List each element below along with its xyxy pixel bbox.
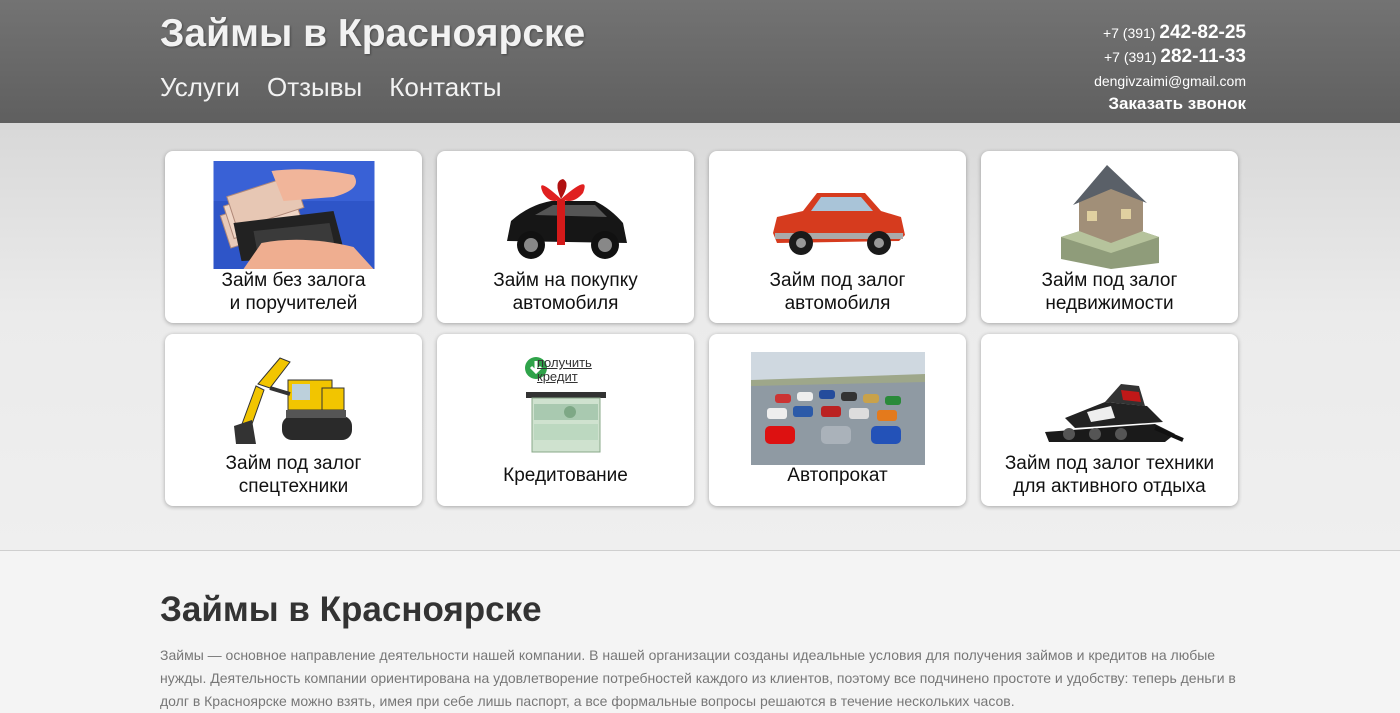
nav-item-reviews[interactable]: Отзывы (267, 72, 362, 103)
service-label: Займ под залог спецтехники (225, 453, 362, 497)
service-card-car-rental[interactable]: Автопрокат (709, 334, 966, 506)
contact-block: +7 (391) 242-82-25 +7 (391) 282-11-33 de… (1094, 21, 1246, 115)
house-money-icon (1060, 165, 1159, 269)
main-content: Займы в Красноярске Займы — основное нап… (160, 590, 1240, 713)
car-fleet-icon (750, 352, 925, 465)
services-grid: Займ без залога и поручителей Займ на пок… (165, 151, 1238, 506)
services-section: Займ без залога и поручителей Займ на пок… (0, 123, 1400, 551)
main-nav: Услуги Отзывы Контакты (160, 72, 502, 103)
phone-1[interactable]: +7 (391) 242-82-25 (1094, 21, 1246, 45)
excavator-icon (233, 357, 352, 444)
content-heading: Займы в Красноярске (160, 590, 542, 629)
phone-1-prefix: +7 (391) (1102, 25, 1160, 41)
service-label: Автопрокат (787, 465, 888, 486)
service-card-special-equipment-loan[interactable]: Займ под залог спецтехники (165, 334, 422, 506)
credit-overlay-text: получить кредит (537, 355, 592, 384)
phone-1-number: 242-82-25 (1159, 22, 1246, 43)
email-link[interactable]: dengivzaimi@gmail.com (1094, 69, 1246, 93)
red-car-icon (772, 193, 905, 255)
service-card-car-collateral-loan[interactable]: Займ под залог автомобиля (709, 151, 966, 323)
site-title[interactable]: Займы в Красноярске (160, 12, 585, 56)
service-card-loan-no-collateral[interactable]: Займ без залога и поручителей (165, 151, 422, 323)
gift-car-icon (506, 179, 627, 259)
nav-item-contacts[interactable]: Контакты (389, 72, 501, 103)
service-card-real-estate-loan[interactable]: Займ под залог недвижимости (981, 151, 1238, 323)
service-card-car-purchase-loan[interactable]: Займ на покупку автомобиля (437, 151, 694, 323)
phone-2-number: 282-11-33 (1160, 46, 1246, 67)
phone-2[interactable]: +7 (391) 282-11-33 (1094, 45, 1246, 69)
nav-item-services[interactable]: Услуги (160, 72, 240, 103)
service-label: Займ под залог недвижимости (1041, 270, 1178, 314)
callback-button[interactable]: Заказать звонок (1094, 93, 1246, 115)
content-paragraph: Займы — основное направление деятельност… (160, 647, 1236, 709)
service-label: Займ под залог автомобиля (769, 270, 906, 314)
service-card-crediting[interactable]: получить кредит Кредитование (437, 334, 694, 506)
money-wallet-icon (213, 161, 374, 269)
credit-atm-icon (525, 392, 606, 453)
service-label: Кредитование (503, 465, 628, 486)
service-label: Займ без залога и поручителей (221, 270, 366, 314)
service-label: Займ под залог техники для активного отды… (1004, 453, 1215, 497)
snowmobile-icon (1044, 384, 1184, 442)
site-header: Займы в Красноярске Услуги Отзывы Контак… (0, 0, 1400, 123)
service-card-leisure-vehicle-loan[interactable]: Займ под залог техники для активного отды… (981, 334, 1238, 506)
phone-2-prefix: +7 (391) (1103, 49, 1161, 65)
service-label: Займ на покупку автомобиля (493, 270, 638, 314)
